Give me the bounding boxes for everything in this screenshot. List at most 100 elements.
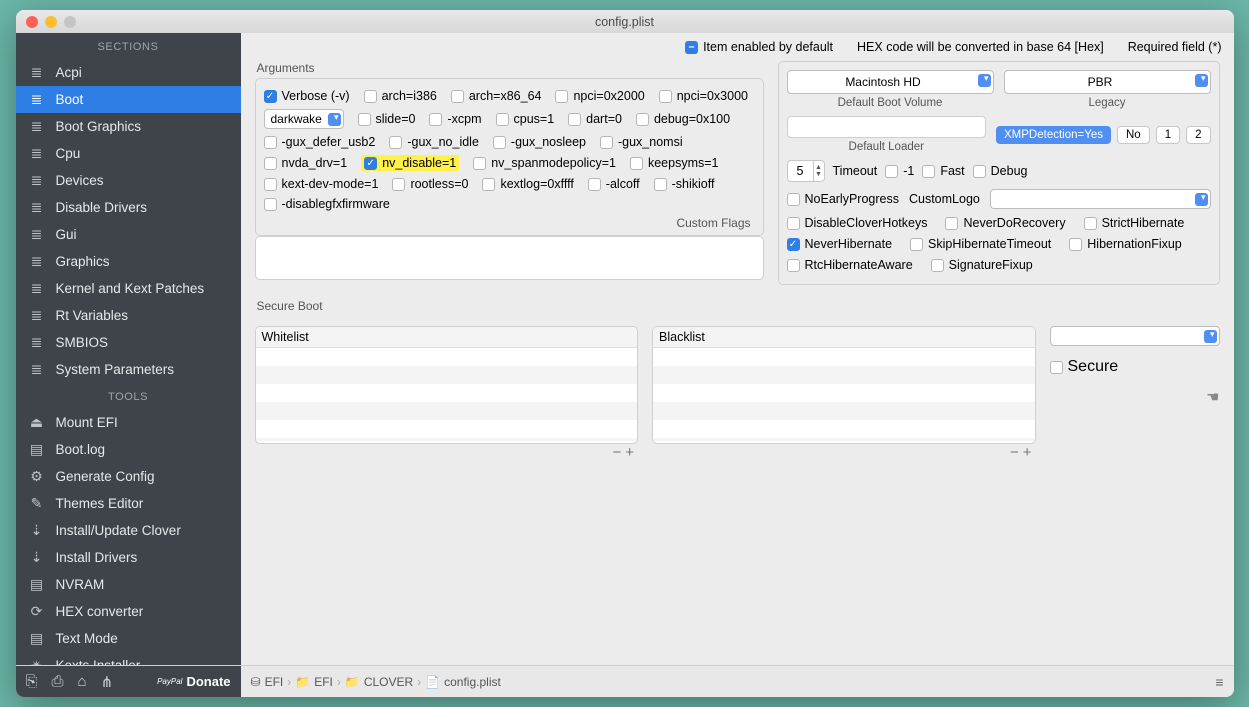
- npci-0x2000-checkbox[interactable]: npci=0x2000: [555, 89, 644, 103]
- tool-item-themes-editor[interactable]: ✎Themes Editor: [16, 490, 241, 517]
- sidebar-item-gui[interactable]: ≣Gui: [16, 221, 241, 248]
- app-window: config.plist SECTIONS ≣Acpi≣Boot≣Boot Gr…: [16, 10, 1234, 697]
- keepsyms-1-checkbox[interactable]: keepsyms=1: [630, 156, 719, 170]
- custom-flags-input[interactable]: [255, 236, 764, 280]
- disablecloverhotkeys-checkbox[interactable]: DisableCloverHotkeys: [787, 216, 928, 230]
- fast-checkbox[interactable]: Fast: [922, 164, 964, 178]
- xmp-no-button[interactable]: No: [1117, 126, 1150, 144]
- nvda-drv-1-checkbox[interactable]: nvda_drv=1: [264, 156, 348, 170]
- default-loader-input[interactable]: [787, 116, 987, 138]
- blacklist-table[interactable]: Blacklist: [652, 326, 1036, 444]
- npci-0x3000-checkbox[interactable]: npci=0x3000: [659, 89, 748, 103]
- breadcrumb-item[interactable]: ⛁EFI: [251, 675, 284, 689]
- tool-item-install-drivers[interactable]: ⇣Install Drivers: [16, 544, 241, 571]
- signaturefixup-checkbox[interactable]: SignatureFixup: [931, 258, 1033, 272]
- debug-0x100-checkbox[interactable]: debug=0x100: [636, 112, 730, 126]
- xmp-detection-button[interactable]: XMPDetection=Yes: [996, 126, 1111, 144]
- dart-0-checkbox[interactable]: dart=0: [568, 112, 622, 126]
- arch-i386-checkbox[interactable]: arch=i386: [364, 89, 437, 103]
- sidebar-item-smbios[interactable]: ≣SMBIOS: [16, 329, 241, 356]
- cpus-1-checkbox[interactable]: cpus=1: [496, 112, 555, 126]
- -xcpm-checkbox[interactable]: -xcpm: [429, 112, 481, 126]
- checkbox-box: [600, 136, 613, 149]
- sidebar-item-devices[interactable]: ≣Devices: [16, 167, 241, 194]
- secure-boot-select[interactable]: [1050, 326, 1220, 346]
- tool-item-mount-efi[interactable]: ⏏Mount EFI: [16, 409, 241, 436]
- -gux-nomsi-checkbox[interactable]: -gux_nomsi: [600, 135, 683, 149]
- stricthibernate-checkbox[interactable]: StrictHibernate: [1084, 216, 1185, 230]
- xmp-1-button[interactable]: 1: [1156, 126, 1180, 144]
- nv-spanmodepolicy-1-checkbox[interactable]: nv_spanmodepolicy=1: [473, 156, 616, 170]
- legacy-select[interactable]: PBR: [1004, 70, 1211, 94]
- -1-checkbox[interactable]: -1: [885, 164, 914, 178]
- -gux-no-idle-checkbox[interactable]: -gux_no_idle: [389, 135, 479, 149]
- share-icon[interactable]: ⋔: [101, 673, 114, 691]
- chevron-up-icon[interactable]: ▲: [815, 164, 822, 171]
- slide-0-checkbox[interactable]: slide=0: [358, 112, 416, 126]
- arch-x86-64-checkbox[interactable]: arch=x86_64: [451, 89, 542, 103]
- debug-checkbox[interactable]: Debug: [973, 164, 1028, 178]
- sidebar-item-boot[interactable]: ≣Boot: [16, 86, 241, 113]
- sidebar-item-graphics[interactable]: ≣Graphics: [16, 248, 241, 275]
- checkbox-box: [264, 157, 277, 170]
- rootless-0-checkbox[interactable]: rootless=0: [392, 177, 468, 191]
- breadcrumb-item[interactable]: 📁CLOVER: [345, 675, 413, 689]
- close-icon[interactable]: [26, 16, 38, 28]
- darkwake-select[interactable]: darkwake: [264, 109, 344, 129]
- tool-item-hex-converter[interactable]: ⟳HEX converter: [16, 598, 241, 625]
- timeout-stepper[interactable]: ▲▼: [787, 160, 825, 182]
- -alcoff-checkbox[interactable]: -alcoff: [588, 177, 640, 191]
- minimize-icon[interactable]: [45, 16, 57, 28]
- tool-item-install-update-clover[interactable]: ⇣Install/Update Clover: [16, 517, 241, 544]
- checkbox-box: [787, 193, 800, 206]
- default-boot-volume-select[interactable]: Macintosh HD: [787, 70, 994, 94]
- home-icon[interactable]: ⌂: [78, 673, 87, 690]
- hand-icon[interactable]: ☚: [1206, 388, 1219, 406]
- secure-checkbox[interactable]: Secure: [1050, 358, 1220, 376]
- neverdorecovery-checkbox[interactable]: NeverDoRecovery: [945, 216, 1065, 230]
- whitelist-table[interactable]: Whitelist: [255, 326, 639, 444]
- hibernationfixup-checkbox[interactable]: HibernationFixup: [1069, 237, 1182, 251]
- -disablegfxfirmware-checkbox[interactable]: -disablegfxfirmware: [264, 197, 390, 211]
- sidebar-item-rt-variables[interactable]: ≣Rt Variables: [16, 302, 241, 329]
- kextlog-0xffff-checkbox[interactable]: kextlog=0xffff: [482, 177, 573, 191]
- sidebar-item-system-parameters[interactable]: ≣System Parameters: [16, 356, 241, 383]
- sidebar-item-disable-drivers[interactable]: ≣Disable Drivers: [16, 194, 241, 221]
- whitelist-add-button[interactable]: +: [625, 444, 634, 461]
- breadcrumb-item[interactable]: 📁EFI: [295, 675, 333, 689]
- noearlyprogress-checkbox[interactable]: NoEarlyProgress: [787, 192, 899, 206]
- list-view-icon[interactable]: ≡: [1205, 674, 1233, 690]
- whitelist-remove-button[interactable]: −: [612, 444, 621, 461]
- tool-item-text-mode[interactable]: ▤Text Mode: [16, 625, 241, 652]
- tool-item-generate-config[interactable]: ⚙Generate Config: [16, 463, 241, 490]
- checkbox-box: [654, 178, 667, 191]
- rtchibernateaware-checkbox[interactable]: RtcHibernateAware: [787, 258, 913, 272]
- zoom-icon[interactable]: [64, 16, 76, 28]
- skiphibernatetimeout-checkbox[interactable]: SkipHibernateTimeout: [910, 237, 1051, 251]
- tool-item-kexts-installer[interactable]: ✴Kexts Installer: [16, 652, 241, 665]
- -gux-defer-usb2-checkbox[interactable]: -gux_defer_usb2: [264, 135, 376, 149]
- blacklist-remove-button[interactable]: −: [1010, 444, 1019, 461]
- neverhibernate-checkbox[interactable]: ✓NeverHibernate: [787, 237, 893, 251]
- xmp-2-button[interactable]: 2: [1186, 126, 1210, 144]
- nv-disable-1-checkbox[interactable]: ✓nv_disable=1: [361, 155, 459, 171]
- sidebar-item-acpi[interactable]: ≣Acpi: [16, 59, 241, 86]
- -gux-nosleep-checkbox[interactable]: -gux_nosleep: [493, 135, 586, 149]
- import-icon[interactable]: ⎙: [52, 673, 64, 690]
- list-icon: ≣: [28, 199, 46, 216]
- sidebar-item-cpu[interactable]: ≣Cpu: [16, 140, 241, 167]
- -shikioff-checkbox[interactable]: -shikioff: [654, 177, 715, 191]
- chevron-down-icon[interactable]: ▼: [815, 171, 822, 178]
- customlogo-select[interactable]: [990, 189, 1211, 209]
- verbose-v--checkbox[interactable]: ✓Verbose (-v): [264, 89, 350, 103]
- sidebar-tools-head: TOOLS: [16, 383, 241, 409]
- export-icon[interactable]: ⎘: [26, 673, 38, 690]
- kext-dev-mode-1-checkbox[interactable]: kext-dev-mode=1: [264, 177, 379, 191]
- tool-item-nvram[interactable]: ▤NVRAM: [16, 571, 241, 598]
- tool-item-boot-log[interactable]: ▤Boot.log: [16, 436, 241, 463]
- sidebar-item-kernel-and-kext-patches[interactable]: ≣Kernel and Kext Patches: [16, 275, 241, 302]
- breadcrumb-item[interactable]: 📄config.plist: [425, 675, 501, 689]
- donate-button[interactable]: PayPal Donate: [157, 674, 230, 689]
- sidebar-item-boot-graphics[interactable]: ≣Boot Graphics: [16, 113, 241, 140]
- blacklist-add-button[interactable]: +: [1023, 444, 1032, 461]
